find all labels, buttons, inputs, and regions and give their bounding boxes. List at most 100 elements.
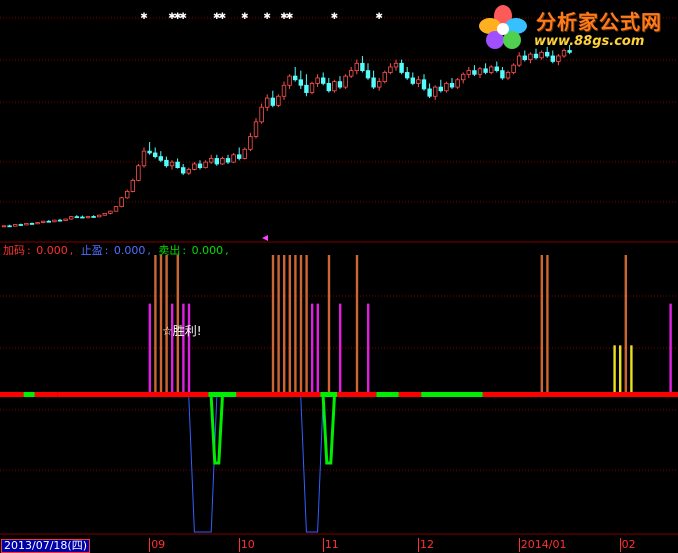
jiama-bar: [288, 255, 291, 394]
candle-body: [360, 62, 365, 72]
candle-body: [158, 156, 163, 161]
candle-body: [225, 158, 231, 163]
logo-url: www.88gs.com: [534, 34, 645, 49]
band-segment: [376, 392, 399, 397]
candle-body: [125, 190, 130, 199]
zhiying-bar: [187, 303, 191, 394]
jiama-bar: [277, 255, 280, 394]
candle-body: [365, 70, 371, 79]
candle-body: [220, 158, 225, 165]
jiama-bar: [624, 255, 627, 394]
candle-body: [18, 224, 23, 226]
logo-title: 分析家公式网: [536, 10, 662, 34]
legend-comma: ,: [147, 244, 151, 257]
marker-star-icon: ✱: [179, 12, 187, 22]
candle-body: [1, 225, 7, 228]
jiama-bar: [283, 255, 286, 394]
candle-body: [91, 216, 96, 218]
candle-body: [483, 68, 488, 73]
band-segment: [482, 392, 678, 397]
candle-body: [102, 212, 107, 216]
band-segment: [23, 392, 35, 397]
candle-body: [320, 77, 326, 84]
x-axis-month-label: 11: [324, 538, 339, 551]
candle-body: [164, 159, 169, 167]
cursor-date[interactable]: 2013/07/18(四): [1, 539, 90, 553]
candle-body: [556, 55, 561, 62]
signal-bars: [148, 255, 672, 394]
legend-comma: ,: [225, 244, 229, 257]
candle-body: [522, 55, 527, 61]
band-segment: [421, 392, 483, 397]
candle-body: [287, 75, 292, 86]
candle-body: [130, 180, 135, 192]
candle-body: [270, 97, 275, 106]
candle-body: [259, 106, 264, 123]
candle-body: [147, 150, 152, 154]
candle-body: [304, 84, 309, 93]
x-axis-month-label: 10: [240, 538, 255, 551]
candle-body: [180, 167, 186, 174]
x-axis-month-label: 02: [621, 538, 636, 551]
candle-body: [57, 219, 63, 222]
x-axis-tick: [418, 538, 419, 552]
jiama-bar: [154, 255, 157, 394]
zhiying-bar: [367, 303, 370, 394]
legend-jiama-value: 0.000: [36, 244, 68, 257]
band-segment: [57, 392, 209, 397]
candle-body: [371, 77, 376, 88]
legend-separator: :: [104, 244, 112, 257]
jiama-bar: [305, 255, 308, 394]
marker-star-icon: ✱: [263, 12, 271, 22]
candle-body: [348, 70, 354, 77]
candle-body: [399, 62, 404, 73]
band-segment: [208, 392, 237, 397]
jiama-bar: [271, 255, 275, 394]
candle-body: [421, 79, 427, 90]
candle-body: [500, 70, 505, 79]
x-axis-tick: [518, 538, 520, 552]
candle-body: [337, 81, 343, 88]
candle-body: [231, 154, 236, 163]
indicator-legend: 加码: 0.000, 止盈: 0.000, 卖出: 0.000,: [3, 242, 233, 258]
candle-body: [488, 66, 494, 73]
candle-body: [242, 148, 247, 159]
candle-body: [203, 161, 208, 169]
candle-body: [315, 77, 320, 84]
x-axis-month-label: 12: [420, 538, 434, 551]
marker-star-icon: ✱: [375, 12, 383, 22]
x-axis-tick: [238, 538, 240, 552]
x-axis-month-label: 2014/01: [520, 538, 567, 551]
status-band: [0, 392, 678, 397]
candle-body: [186, 169, 191, 174]
candle-body: [388, 66, 393, 73]
candle-body: [113, 206, 119, 212]
candle-body: [376, 81, 382, 88]
maichu-bar: [630, 345, 633, 394]
candle-body: [416, 79, 421, 84]
candle-body: [466, 70, 471, 75]
candle-body: [410, 77, 415, 84]
candle-body: [533, 53, 539, 59]
legend-maichu: 卖出: 0.000,: [158, 244, 230, 257]
candle-body: [438, 86, 443, 92]
candle-body: [432, 86, 438, 97]
band-segment: [34, 392, 58, 397]
marker-star-icon: ✱: [331, 12, 339, 22]
legend-jiama-label: 加码: [3, 244, 25, 257]
marker-star-icon: ✱: [286, 12, 294, 22]
grid-lines: [0, 17, 678, 535]
candle-body: [85, 216, 91, 219]
zhiying-bar: [669, 303, 672, 394]
zhiying-bar: [148, 303, 151, 394]
legend-zhiying: 止盈: 0.000,: [81, 244, 153, 257]
band-segment: [0, 392, 24, 397]
candle-body: [276, 95, 281, 106]
x-axis-tick: [149, 538, 151, 552]
win-annotation: ☆胜利!: [162, 324, 202, 338]
candle-body: [69, 216, 74, 220]
candle-body: [7, 225, 12, 228]
candle-body: [141, 150, 147, 167]
candle-body: [404, 72, 410, 79]
candle-body: [343, 75, 348, 88]
